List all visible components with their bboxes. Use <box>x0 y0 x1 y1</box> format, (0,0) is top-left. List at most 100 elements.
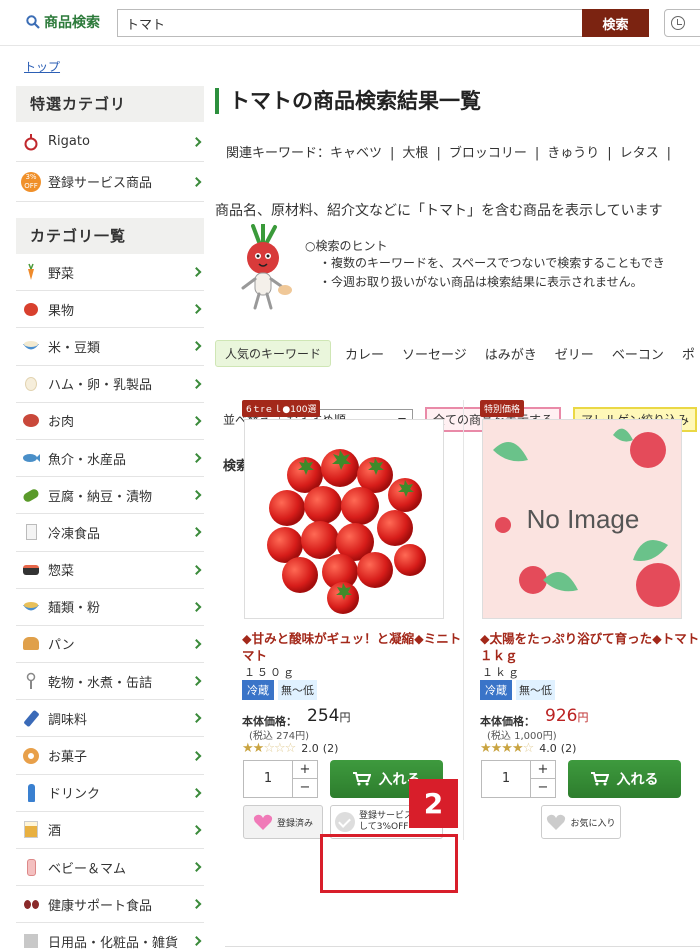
sidebar-item-rigato[interactable]: Rigato <box>16 122 204 162</box>
search-bar: 商品検索 検索 <box>0 0 700 46</box>
popular-keywords: 人気のキーワード カレー ソーセージ はみがき ゼリー ベーコン ポ <box>215 339 700 367</box>
product-quantity: １５０ｇ <box>244 666 296 679</box>
chevron-right-icon <box>191 136 202 147</box>
quantity-input[interactable]: 1 <box>482 761 530 797</box>
sidebar-item-frozen[interactable]: 冷凍食品 <box>16 514 204 552</box>
cart-icon <box>590 772 609 786</box>
tax-included-price: (税込 274円) <box>249 731 310 742</box>
tomato-photo <box>267 449 426 614</box>
popular-keyword[interactable]: ベーコン <box>612 344 664 363</box>
popular-keyword[interactable]: カレー <box>345 344 384 363</box>
product-image[interactable] <box>244 419 444 619</box>
search-button[interactable]: 検索 <box>582 9 649 37</box>
related-keyword[interactable]: キャベツ <box>330 146 382 161</box>
sidebar-item-daily-goods[interactable]: 日用品・化粧品・雑貨 <box>16 923 204 951</box>
hint-line: ・今週お取り扱いがない商品は検索結果に表示されません。 <box>319 275 643 289</box>
add-to-cart-button[interactable]: 入れる <box>568 760 681 798</box>
sidebar-item-snacks[interactable]: お菓子 <box>16 737 204 775</box>
popular-keyword[interactable]: ポ <box>682 344 695 363</box>
cart-icon <box>352 772 371 786</box>
chevron-right-icon <box>191 899 202 910</box>
sidebar-item-drinks[interactable]: ドリンク <box>16 775 204 812</box>
sidebar-item-ham-egg-dairy[interactable]: ハム・卵・乳製品 <box>16 366 204 403</box>
related-keyword[interactable]: レタス <box>620 146 659 161</box>
popular-keyword[interactable]: ゼリー <box>555 344 594 363</box>
temperature-badge: 無〜低 <box>516 680 555 700</box>
hint-line: ・複数のキーワードを、スペースでつないで検索することもでき <box>319 256 665 270</box>
quantity-input[interactable]: 1 <box>244 761 292 797</box>
product-price: 926円 <box>545 706 589 726</box>
sidebar-item-registered-service[interactable]: 3% OFF 登録サービス商品 <box>16 162 204 202</box>
sidebar-item-fruit[interactable]: 果物 <box>16 291 204 329</box>
meat-icon <box>20 410 42 432</box>
star-icon: ★★★★ <box>480 741 524 756</box>
star-empty-icon: ☆☆☆ <box>263 741 296 756</box>
history-button[interactable] <box>664 9 700 37</box>
page-title: トマトの商品検索結果一覧 <box>215 88 481 114</box>
sidebar-item-tofu-natto[interactable]: 豆腐・納豆・漬物 <box>16 477 204 515</box>
search-input[interactable] <box>117 9 583 37</box>
product-price: 254円 <box>307 706 351 726</box>
temperature-badge: 無〜低 <box>278 680 317 700</box>
sidebar-item-meat[interactable]: お肉 <box>16 403 204 440</box>
clock-icon <box>671 16 685 30</box>
product-card: 特別価格 No Image ◆太陽をたっぷり浴びて育った◆トマト１ｋｇ １ｋｇ … <box>467 400 699 840</box>
plus-icon[interactable]: + <box>292 761 317 779</box>
noodle-icon <box>20 596 42 618</box>
freezer-icon <box>20 521 42 543</box>
sidebar-item-bread[interactable]: パン <box>16 626 204 664</box>
category-list-heading: カテゴリ一覧 <box>16 218 204 254</box>
chevron-right-icon <box>191 176 202 187</box>
breadcrumb-top-link[interactable]: トップ <box>24 58 60 75</box>
no-image-label: No Image <box>527 504 640 534</box>
star-icon: ★★ <box>242 741 264 756</box>
rating-stars: ★★ ☆☆☆ 2.0 (2) <box>242 741 339 756</box>
beer-icon <box>20 819 42 841</box>
popular-keyword[interactable]: はみがき <box>485 344 537 363</box>
chevron-right-icon <box>191 341 202 352</box>
tax-included-price: (税込 1,000円) <box>487 731 557 742</box>
sidebar-item-noodles[interactable]: 麺類・粉 <box>16 589 204 626</box>
product-name[interactable]: ◆太陽をたっぷり浴びて育った◆トマト１ｋｇ <box>480 630 700 664</box>
product-tags: 冷蔵 無〜低 <box>480 680 555 700</box>
baby-bottle-icon <box>20 856 42 878</box>
sidebar-item-alcohol[interactable]: 酒 <box>16 812 204 849</box>
plus-icon[interactable]: + <box>530 761 555 779</box>
chevron-right-icon <box>191 453 202 463</box>
chevron-right-icon <box>191 824 202 835</box>
sidebar-item-deli[interactable]: 惣菜 <box>16 552 204 589</box>
sidebar-item-seafood[interactable]: 魚介・水産品 <box>16 440 204 478</box>
sidebar-item-health[interactable]: 健康サポート食品 <box>16 886 204 924</box>
carrot-icon <box>20 261 42 283</box>
bottle-icon <box>20 782 42 804</box>
pickle-icon <box>20 484 42 506</box>
related-keyword[interactable]: きゅうり <box>547 146 599 161</box>
product-name[interactable]: ◆甘みと酸味がギュッ！と凝縮◆ミニトマト <box>242 630 462 664</box>
related-keyword[interactable]: 大根 <box>402 146 428 161</box>
popular-keyword[interactable]: ソーセージ <box>402 344 467 363</box>
annotation-highlight-box <box>320 834 458 893</box>
sidebar-item-baby-mom[interactable]: ベビー＆マム <box>16 849 204 887</box>
egg-icon <box>20 373 42 395</box>
heart-icon <box>547 814 566 830</box>
favorite-button[interactable]: 登録済み <box>243 805 323 839</box>
minus-icon[interactable]: − <box>530 779 555 797</box>
bread-icon <box>20 633 42 655</box>
sidebar-item-rice-beans[interactable]: 米・豆類 <box>16 328 204 366</box>
sidebar-item-dried-canned[interactable]: 乾物・水煮・缶詰 <box>16 663 204 701</box>
minus-icon[interactable]: − <box>292 779 317 797</box>
chevron-right-icon <box>191 639 202 649</box>
no-image-placeholder: No Image <box>483 420 681 618</box>
search-description: 商品名、原材料、紹介文などに「トマト」を含む商品を表示しています <box>215 203 663 219</box>
sidebar-item-vegetables[interactable]: 野菜 <box>16 254 204 292</box>
favorite-button[interactable]: お気に入り <box>541 805 621 839</box>
sidebar-item-seasoning[interactable]: 調味料 <box>16 700 204 738</box>
product-badge: 特別価格 <box>480 400 525 417</box>
chevron-right-icon <box>191 676 202 687</box>
related-keyword[interactable]: ブロッコリー <box>449 146 527 161</box>
chevron-right-icon <box>191 713 202 724</box>
can-icon <box>20 670 42 692</box>
annotation-number-badge: 2 <box>409 779 458 828</box>
storage-badge: 冷蔵 <box>480 680 512 700</box>
product-image[interactable]: No Image <box>482 419 682 619</box>
